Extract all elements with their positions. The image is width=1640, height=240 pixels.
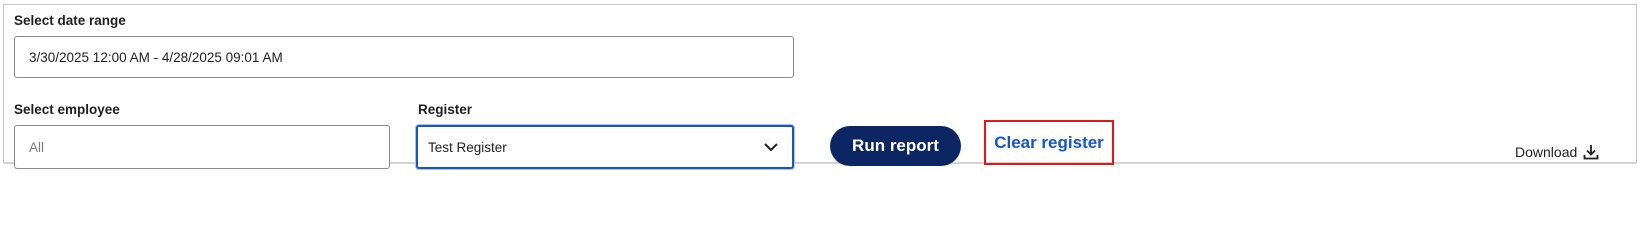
date-range-label: Select date range [14,13,126,28]
download-icon [1583,145,1599,160]
date-range-input[interactable]: 3/30/2025 12:00 AM - 4/28/2025 09:01 AM [14,36,794,78]
run-report-button[interactable]: Run report [830,126,961,166]
employee-label: Select employee [14,102,120,117]
chevron-down-icon [764,142,778,151]
clear-register-link[interactable]: Clear register [994,133,1104,153]
clear-register-highlight: Clear register [984,120,1114,165]
register-selected-value: Test Register [428,139,507,155]
download-label: Download [1515,144,1578,160]
register-select[interactable]: Test Register [416,125,794,169]
register-label: Register [418,102,473,117]
employee-input[interactable]: All [14,125,390,169]
download-button[interactable]: Download [1515,144,1599,160]
